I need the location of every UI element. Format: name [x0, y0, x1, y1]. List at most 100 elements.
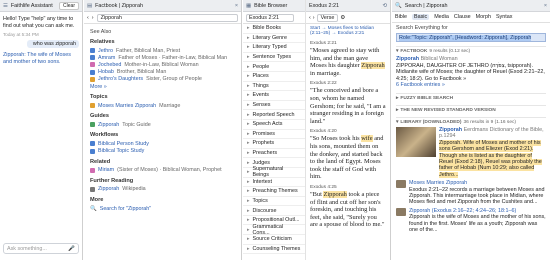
verse-ref[interactable]: Exodus 2:22: [306, 78, 390, 86]
browser-facet[interactable]: ▸ Literary Typed: [243, 43, 305, 53]
library-result-title[interactable]: Moses Marries Zipporah: [409, 180, 467, 186]
back-icon[interactable]: ‹: [309, 15, 311, 21]
browser-facet[interactable]: ▸ Counseling Themes: [243, 245, 305, 255]
more-search-link[interactable]: 🔍 Search for "Zipporah": [90, 205, 235, 212]
assistant-tab-title[interactable]: Faithlife Assistant: [11, 3, 53, 9]
clear-button[interactable]: Clear: [59, 1, 79, 10]
settings-icon[interactable]: ⚙: [340, 15, 345, 21]
browser-facet[interactable]: ▸ Bible Books: [243, 24, 305, 34]
relative-item[interactable]: Jochebed Mother-in-Law, Biblical Woman: [90, 61, 235, 68]
chevron-right-icon: ▸: [247, 130, 250, 137]
library-result[interactable]: Zipporah (Exodus 2:16–22; 4:24–26; 18:1–…: [396, 207, 546, 234]
library-section-header[interactable]: ▾ LIBRARY (DOWNLOADED) 36 results in 9 (1.…: [396, 116, 546, 125]
relative-name[interactable]: Hobab: [98, 69, 114, 75]
forward-icon[interactable]: ›: [92, 15, 94, 21]
browser-facet[interactable]: ▸ Discourse: [243, 206, 305, 216]
browser-facet[interactable]: ▸ Events: [243, 91, 305, 101]
further-reading-item[interactable]: Zipporah Wikipedia: [90, 186, 235, 193]
relative-name[interactable]: Amram: [98, 55, 115, 61]
browser-facet[interactable]: ▸ Prophets: [243, 139, 305, 149]
verse-ref[interactable]: Exodus 4:20: [306, 126, 390, 134]
more-relatives-link[interactable]: More »: [90, 84, 235, 90]
browser-facet[interactable]: ▸ Preachers: [243, 149, 305, 159]
factbook-tab-title[interactable]: Factbook | Zipporah: [95, 3, 143, 9]
factbook-result-title[interactable]: Zipporah: [396, 56, 419, 62]
relative-item[interactable]: Jethro Father, Biblical Man, Priest: [90, 47, 235, 54]
browser-facet[interactable]: ▸ Grammatical Cons...: [243, 224, 305, 236]
microphone-icon[interactable]: 🎤: [68, 246, 75, 252]
tab-morph[interactable]: Morph: [476, 14, 491, 20]
further-reading-name[interactable]: Zipporah: [98, 186, 119, 192]
browser-facet[interactable]: ▸ Reported Speech: [243, 110, 305, 120]
back-icon[interactable]: ‹: [87, 15, 89, 21]
fuzzy-section-header[interactable]: ▸ FUZZY BIBLE SEARCH: [396, 92, 546, 101]
verse-ref[interactable]: Exodus 4:25: [306, 182, 390, 190]
ask-placeholder[interactable]: Ask something...: [7, 246, 68, 252]
search-tab-title[interactable]: Search | Zipporah: [405, 3, 448, 9]
browser-facet[interactable]: ▸ Places: [243, 72, 305, 82]
relative-item[interactable]: Jethro's Daughters Sister, Group of Peopl…: [90, 76, 235, 83]
browser-facet[interactable]: ▸ Topics: [243, 197, 305, 207]
workflow-name[interactable]: Biblical Topic Study: [98, 148, 144, 154]
browser-facet[interactable]: ▸ Intertext: [243, 178, 305, 188]
bible-ref-value[interactable]: Exodus 2:21: [309, 3, 339, 9]
factbook-result[interactable]: Zipporah Biblical Woman ZIPPORAH, DAUGHT…: [396, 56, 546, 89]
browser-facet[interactable]: ▸ Speech Acts: [243, 120, 305, 130]
browser-verse-input[interactable]: Exodus 2:21: [246, 13, 294, 22]
tab-bible[interactable]: Bible: [395, 14, 407, 20]
nrsv-section-header[interactable]: ▸ THE NEW REVISED STANDARD VERSION: [396, 104, 546, 113]
card-title[interactable]: Zipporah: [439, 127, 462, 133]
relative-name[interactable]: Jochebed: [98, 62, 121, 68]
sync-icon[interactable]: ⟲: [382, 3, 387, 9]
topic-item[interactable]: Moses Marries Zipporah Marriage: [90, 102, 235, 109]
related-list: Miriam (Sister of Moses) · Biblical Woman…: [90, 167, 235, 174]
library-result-title[interactable]: Zipporah (Exodus 2:16–22; 4:24–26; 18:1–…: [409, 208, 516, 214]
browser-facet[interactable]: ▸ Source Criticism: [243, 235, 305, 245]
close-icon[interactable]: ×: [235, 3, 238, 9]
factbook-search-input[interactable]: Zipporah: [96, 13, 238, 22]
browser-facet-label: Places: [252, 73, 269, 80]
guide-item[interactable]: Zipporah Topic Guide: [90, 121, 235, 128]
browser-facet[interactable]: ▸ Literary Genre: [243, 34, 305, 44]
browser-facet[interactable]: ▸ Sentence Types: [243, 53, 305, 63]
more-search-label[interactable]: Search for "Zipporah": [100, 206, 151, 212]
relative-item[interactable]: Amram Father of Moses · Father-in-Law, Bi…: [90, 54, 235, 61]
tab-syntax[interactable]: Syntax: [496, 14, 512, 20]
topic-name[interactable]: Moses Marries Zipporah: [98, 103, 156, 109]
browser-facet[interactable]: ▸ People: [243, 62, 305, 72]
browser-facet[interactable]: ▸ Supernatural Beings: [243, 166, 305, 178]
relative-name[interactable]: Jethro's Daughters: [98, 76, 143, 82]
related-item[interactable]: Miriam (Sister of Moses) · Biblical Woman…: [90, 167, 235, 174]
browser-facet[interactable]: ▸ Things: [243, 82, 305, 92]
tab-basic[interactable]: Basic: [412, 14, 430, 20]
collapsed-icon: ▸: [396, 107, 399, 113]
browser-facet[interactable]: ▸ Promises: [243, 130, 305, 140]
library-result[interactable]: Moses Marries Zipporah Exodus 2:21–22 rec…: [396, 180, 546, 206]
reply-text[interactable]: Zipporah: The wife of Moses and mother o…: [3, 52, 71, 65]
tab-clause[interactable]: Clause: [454, 14, 471, 20]
relative-item[interactable]: Hobab Brother, Biblical Man: [90, 69, 235, 76]
browser-facet[interactable]: ▸ Preaching Themes: [243, 187, 305, 197]
factbook-more-link[interactable]: 6 Factbook entries »: [396, 82, 546, 89]
ask-input[interactable]: Ask something... 🎤: [3, 243, 79, 254]
search-query-input[interactable]: Role:"Topic: Zipporah", [Headword: Zippo…: [396, 33, 546, 42]
browser-tab-title[interactable]: Bible Browser: [254, 3, 287, 9]
close-icon[interactable]: ×: [544, 3, 547, 9]
library-result-card[interactable]: Zipporah Eerdmans Dictionary of the Bibl…: [396, 126, 546, 178]
more-heading: More: [90, 197, 104, 204]
factbook-section-header[interactable]: ▾ FACTBOOK 9 results (0.12 sec): [396, 46, 546, 54]
search-for-label[interactable]: Search Everything for: [392, 23, 550, 33]
verse-mode-button[interactable]: Verse: [316, 13, 339, 22]
related-name[interactable]: Miriam: [98, 167, 114, 173]
workflow-name[interactable]: Biblical Person Study: [98, 141, 149, 147]
relative-name[interactable]: Jethro: [98, 48, 113, 54]
person-icon: [90, 148, 95, 154]
workflow-item[interactable]: Biblical Person Study: [90, 140, 235, 147]
forward-icon[interactable]: ›: [313, 15, 315, 21]
bible-breadcrumb[interactable]: Start → Moses flees to Midian (2:11–25) …: [306, 24, 390, 38]
tab-media[interactable]: Media: [434, 14, 449, 20]
verse-ref[interactable]: Exodus 2:21: [306, 38, 390, 46]
browser-facet[interactable]: ▸ Senses: [243, 101, 305, 111]
workflow-item[interactable]: Biblical Topic Study: [90, 148, 235, 155]
guide-name[interactable]: Zipporah: [98, 122, 119, 128]
